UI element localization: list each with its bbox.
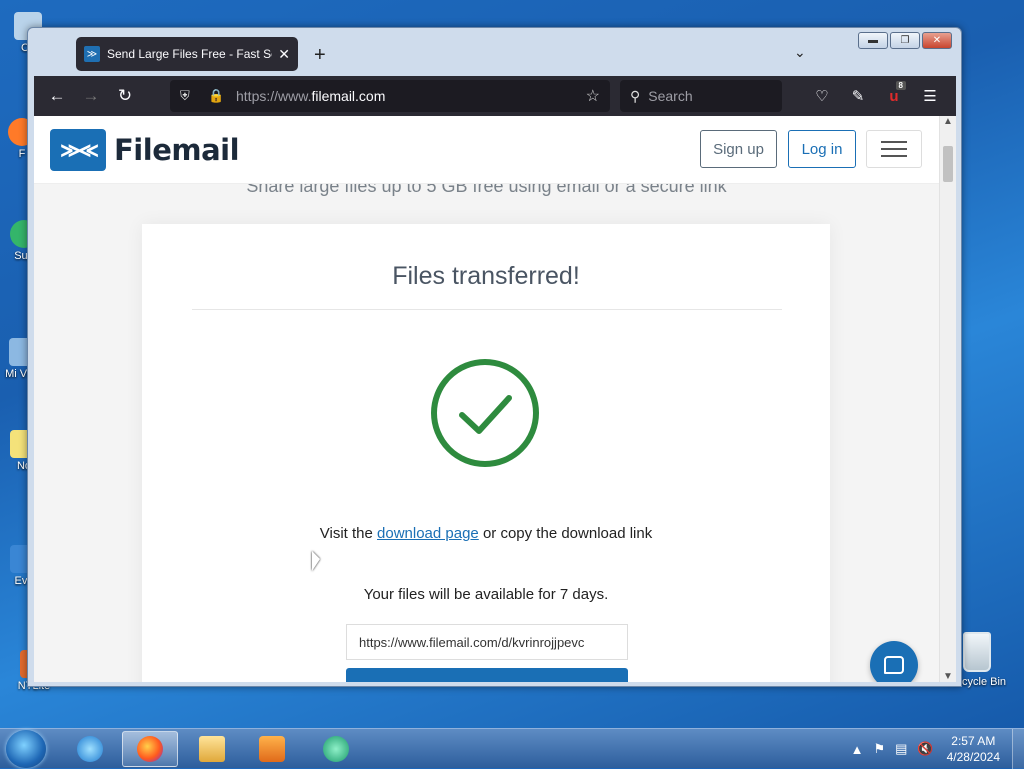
- forward-button[interactable]: →: [74, 80, 108, 112]
- scroll-thumb[interactable]: [943, 146, 953, 182]
- bookmark-star-icon[interactable]: ☆: [586, 86, 600, 106]
- pocket-icon[interactable]: ♡: [806, 80, 838, 112]
- new-tab-button[interactable]: +: [314, 44, 326, 67]
- filemail-favicon-icon: ≫: [84, 46, 100, 62]
- copy-link-button[interactable]: [346, 668, 628, 682]
- green-app-icon: [323, 736, 349, 762]
- lock-icon[interactable]: 🔒: [208, 88, 226, 104]
- login-button[interactable]: Log in: [788, 130, 856, 168]
- close-tab-icon[interactable]: ✕: [278, 46, 290, 63]
- start-button[interactable]: [6, 730, 46, 768]
- ublock-origin-icon[interactable]: u8: [878, 80, 910, 112]
- taskbar-file-explorer[interactable]: [184, 731, 240, 767]
- app-menu-icon[interactable]: ☰: [914, 80, 946, 112]
- tab-bar: ≫ Send Large Files Free - Fast Secure ✕ …: [34, 32, 956, 76]
- show-desktop-button[interactable]: [1012, 729, 1024, 769]
- web-content: Share large files up to 5 GB free using …: [34, 116, 956, 682]
- taskbar-app-green[interactable]: [308, 731, 364, 767]
- action-center-flag-icon[interactable]: ⚑: [873, 741, 885, 757]
- page-scrollbar[interactable]: ▲ ▼: [939, 116, 956, 682]
- download-link-field[interactable]: https://www.filemail.com/d/kvrinrojjpevc: [346, 624, 628, 660]
- availability-text: Your files will be available for 7 days.: [363, 586, 609, 603]
- volume-muted-icon[interactable]: 🔇: [917, 741, 933, 757]
- browser-window: ▬ ❐ ✕ ≫ Send Large Files Free - Fast Sec…: [27, 27, 962, 687]
- toolbar-right: ♡ ✎ u8 ☰: [806, 80, 946, 112]
- network-icon[interactable]: ▤: [895, 741, 907, 757]
- success-check-icon: [431, 359, 539, 467]
- search-icon: ⚲: [630, 87, 641, 104]
- transfer-result-card: Files transferred! Visit the download pa…: [142, 224, 830, 682]
- hamburger-menu-button[interactable]: [866, 130, 922, 168]
- recycle-bin-icon: [963, 632, 991, 672]
- signup-button[interactable]: Sign up: [700, 130, 777, 168]
- card-title: Files transferred!: [392, 262, 580, 290]
- internet-explorer-icon: [77, 736, 103, 762]
- scroll-down-icon[interactable]: ▼: [940, 671, 956, 682]
- search-placeholder: Search: [648, 88, 693, 104]
- site-header: ≫≪ Filemail Sign up Log in: [34, 116, 939, 184]
- mouse-cursor-icon: [312, 551, 320, 571]
- scroll-up-icon[interactable]: ▲: [940, 116, 956, 127]
- tab-title: Send Large Files Free - Fast Secure: [107, 47, 272, 61]
- filemail-logo-icon: ≫≪: [50, 129, 106, 171]
- back-button[interactable]: ←: [40, 80, 74, 112]
- taskbar-firefox[interactable]: [122, 731, 178, 767]
- list-all-tabs-button[interactable]: ⌄: [794, 44, 806, 61]
- reload-button[interactable]: ↻: [108, 80, 142, 112]
- media-player-icon: [259, 736, 285, 762]
- show-hidden-icons-icon[interactable]: ▲: [851, 742, 864, 757]
- search-bar[interactable]: ⚲ Search: [620, 80, 782, 112]
- navigation-toolbar: ← → ↻ ⛨ 🔒 https://www.filemail.com ☆ ⚲ S…: [34, 76, 956, 116]
- download-page-link[interactable]: download page: [377, 525, 479, 542]
- taskbar-internet-explorer[interactable]: [62, 731, 118, 767]
- firefox-icon: [137, 736, 163, 762]
- extensions-icon[interactable]: ✎: [842, 80, 874, 112]
- divider: [192, 309, 782, 310]
- desktop-icon-label: F: [18, 148, 26, 160]
- clock[interactable]: 2:57 AM 4/28/2024: [947, 733, 1000, 765]
- tracking-protection-icon[interactable]: ⛨: [180, 88, 198, 104]
- filemail-logo[interactable]: ≫≪ Filemail: [50, 129, 240, 171]
- system-tray: ▲ ⚑ ▤ 🔇 2:57 AM 4/28/2024: [846, 729, 1024, 769]
- taskbar: ▲ ⚑ ▤ 🔇 2:57 AM 4/28/2024: [0, 728, 1024, 769]
- clock-time: 2:57 AM: [951, 734, 996, 748]
- taskbar-media-player[interactable]: [244, 731, 300, 767]
- clock-date: 4/28/2024: [946, 750, 1000, 764]
- chat-icon: [884, 656, 904, 674]
- folder-icon: [199, 736, 225, 762]
- address-bar[interactable]: ⛨ 🔒 https://www.filemail.com ☆: [170, 80, 610, 112]
- ublock-badge: 8: [895, 81, 906, 90]
- logo-text: Filemail: [114, 133, 240, 167]
- visit-text: Visit the download page or copy the down…: [319, 525, 653, 542]
- url-text[interactable]: https://www.filemail.com: [236, 88, 586, 104]
- hamburger-icon: [881, 136, 907, 162]
- chat-launcher-button[interactable]: [870, 641, 918, 682]
- tab-filemail[interactable]: ≫ Send Large Files Free - Fast Secure ✕: [76, 37, 298, 71]
